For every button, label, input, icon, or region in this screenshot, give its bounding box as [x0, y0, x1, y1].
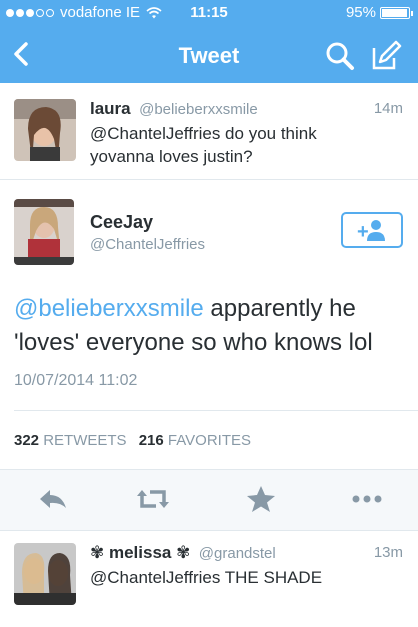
search-icon[interactable]: [322, 38, 358, 74]
avatar[interactable]: [14, 199, 74, 265]
tweet-text-line: 'loves' everyone so who knows lol: [14, 329, 373, 356]
retweets-count[interactable]: 322: [14, 432, 39, 449]
tweet-age: 13m: [373, 544, 403, 561]
author-name[interactable]: ✾ melissa ✾: [90, 543, 190, 562]
nav-bar: Tweet: [0, 26, 418, 83]
author-handle[interactable]: @belieberxxsmile: [139, 101, 258, 118]
tweet-text: @ChantelJeffries THE SHADE: [90, 568, 323, 587]
retweet-icon[interactable]: [136, 484, 170, 514]
battery-indicator: 95%: [345, 4, 413, 21]
tweet-timestamp: 10/07/2014 11:02: [14, 372, 138, 389]
battery-percent: 95%: [345, 4, 376, 21]
top-bar: vodafone IE 11:15 95% Tweet: [0, 0, 418, 83]
follow-button[interactable]: +: [341, 212, 403, 248]
author-name[interactable]: laura: [90, 99, 131, 118]
favorites-label[interactable]: FAVORITES: [168, 432, 251, 449]
plus-icon: +: [357, 221, 369, 243]
tweet-text-line: yovanna loves justin?: [90, 147, 253, 166]
reply-icon[interactable]: [36, 484, 70, 514]
author-name[interactable]: CeeJay: [90, 212, 205, 233]
tweet-text-line: @ChantelJeffries do you think: [90, 124, 317, 143]
favorites-count[interactable]: 216: [139, 432, 164, 449]
mention-link[interactable]: @belieberxxsmile: [14, 295, 204, 322]
retweets-label[interactable]: RETWEETS: [43, 432, 126, 449]
main-tweet-text: @belieberxxsmile apparently he 'loves' e…: [14, 292, 414, 360]
favorite-star-icon[interactable]: [244, 484, 278, 514]
more-options-icon[interactable]: [350, 484, 384, 514]
add-user-icon: +: [357, 220, 385, 243]
main-author[interactable]: CeeJay @ChantelJeffries: [90, 212, 205, 253]
action-bar: [0, 470, 418, 530]
divider: [14, 410, 418, 411]
reply-tweet[interactable]: ✾ melissa ✾ @grandstel 13m @ChantelJeffr…: [0, 531, 418, 627]
author-handle[interactable]: @ChantelJeffries: [90, 236, 205, 253]
author-handle[interactable]: @grandstel: [199, 545, 276, 562]
battery-icon: [380, 6, 413, 19]
tweet-age: 14m: [373, 100, 403, 117]
tweet-text: @ChantelJeffries do you think yovanna lo…: [90, 122, 317, 168]
status-bar: vodafone IE 11:15 95%: [0, 0, 418, 26]
avatar[interactable]: [14, 543, 76, 605]
divider: [0, 179, 418, 180]
parent-tweet[interactable]: laura @belieberxxsmile 14m @ChantelJeffr…: [0, 83, 418, 179]
avatar[interactable]: [14, 99, 76, 161]
tweet-text-segment: apparently he: [203, 295, 356, 322]
engagement-stats: 322 RETWEETS 216 FAVORITES: [14, 432, 251, 449]
compose-icon[interactable]: [368, 38, 404, 74]
